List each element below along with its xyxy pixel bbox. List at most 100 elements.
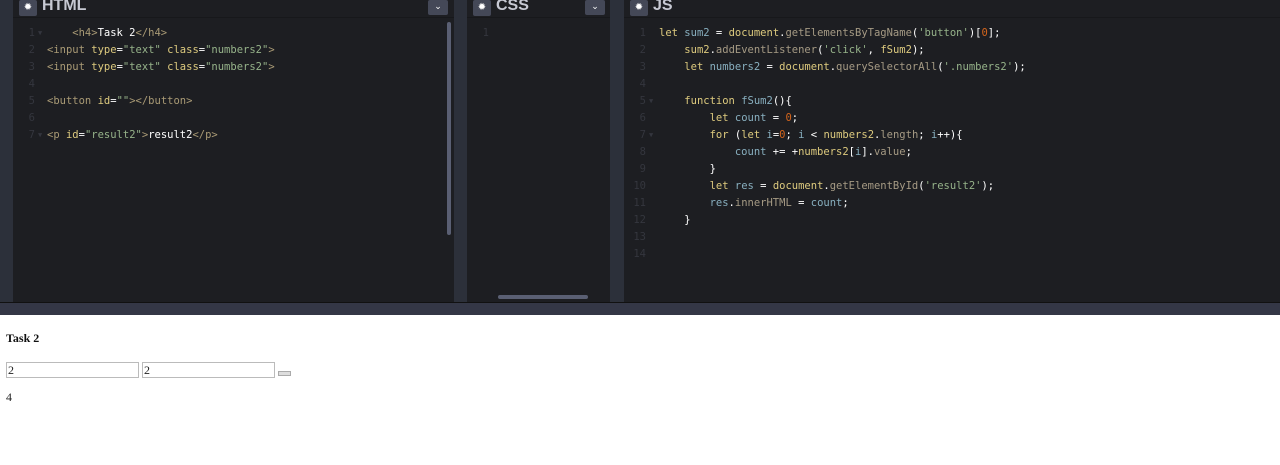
code-token: <input <box>47 61 92 73</box>
css-panel-header: ✹ CSS ⌄ <box>467 0 610 18</box>
code-area[interactable]: 1 ▼ <h4>Task 2</h4> 2 <input type="text" cl… <box>13 25 454 144</box>
gear-icon[interactable]: ✹ <box>630 0 648 16</box>
code-token: 'button' <box>918 27 969 39</box>
code-line: 7 ▼ <p id="result2">result2</p> <box>13 127 454 144</box>
code-token: id <box>65 129 79 141</box>
code-token: document <box>779 61 830 73</box>
fold-arrow-icon[interactable]: ▼ <box>38 127 42 144</box>
code-token: result2 <box>148 129 193 141</box>
code-token: "result2" <box>84 129 142 141</box>
code-token: ; <box>791 112 799 124</box>
code-token: </h4> <box>135 27 168 39</box>
line-number: 10 <box>633 180 646 192</box>
code-text: function fSum2(){ <box>659 93 792 110</box>
code-line: 4 <box>13 76 454 93</box>
line-number: 5 <box>28 95 35 107</box>
code-token: type <box>91 61 117 73</box>
code-token: count <box>734 146 767 158</box>
line-number: 1 <box>639 27 646 39</box>
code-token: ; <box>842 197 849 209</box>
panel-title: JS <box>653 0 673 14</box>
line-number: 7 <box>639 129 646 141</box>
gear-icon[interactable]: ✹ <box>19 0 37 16</box>
line-number: 12 <box>633 214 646 226</box>
code-token: <h4> <box>47 27 98 39</box>
code-token: function <box>684 95 742 107</box>
line-number: 14 <box>633 248 646 260</box>
code-token: length <box>880 129 919 141</box>
code-token: ); <box>911 44 925 56</box>
number-input-2[interactable] <box>142 362 275 378</box>
code-token: += + <box>766 146 799 158</box>
code-token: ; <box>905 146 912 158</box>
code-token: let <box>709 180 735 192</box>
code-token: = <box>753 180 773 192</box>
number-input-1[interactable] <box>6 362 139 378</box>
line-number: 13 <box>633 231 646 243</box>
code-token: "numbers2" <box>205 44 269 56</box>
code-token: } <box>659 214 691 226</box>
line-number: 3 <box>639 61 646 73</box>
css-editor-panel: ✹ CSS ⌄ 1 <box>467 0 610 302</box>
sum-button[interactable] <box>278 371 291 376</box>
code-token: fSum2 <box>741 95 773 107</box>
code-token: querySelectorAll <box>836 61 938 73</box>
code-token: getElementsByTagName <box>785 27 912 39</box>
fold-arrow-icon[interactable]: ▼ <box>649 127 653 144</box>
code-line: 7 ▼ for (let i=0; i < numbers2.length; i+… <box>624 127 1280 144</box>
line-number: 3 <box>28 61 35 73</box>
code-token: <button <box>47 95 98 107</box>
code-token: sum2 <box>684 44 710 56</box>
chevron-down-icon[interactable]: ⌄ <box>585 0 605 15</box>
code-area[interactable]: 1 let sum2 = document.getElementsByTagNam… <box>624 25 1280 263</box>
code-token: count <box>810 197 843 209</box>
code-token: = <box>760 61 780 73</box>
code-token: = <box>766 112 786 124</box>
code-token: , <box>867 44 881 56</box>
code-token: let <box>659 27 685 39</box>
code-token: 'result2' <box>924 180 982 192</box>
line-number: 4 <box>639 78 646 90</box>
code-line: 4 <box>624 76 1280 93</box>
code-line: 5 ▼ function fSum2(){ <box>624 93 1280 110</box>
code-token: )[ <box>968 27 982 39</box>
line-number: 2 <box>28 44 35 56</box>
code-area[interactable]: 1 <box>467 25 610 42</box>
code-token: sum2 <box>684 27 710 39</box>
code-text: <input type="text" class="numbers2"> <box>47 42 275 59</box>
code-token: Task 2 <box>97 27 136 39</box>
code-token: (){ <box>772 95 792 107</box>
code-text: <button id=""></button> <box>47 93 192 110</box>
code-token: "" <box>116 95 130 107</box>
html-editor-panel: ✹ HTML ⌄ 1 ▼ <h4>Task 2</h4> 2 <input type=… <box>13 0 454 302</box>
fold-arrow-icon[interactable]: ▼ <box>649 93 653 110</box>
code-token: < <box>804 129 824 141</box>
code-text: sum2.addEventListener('click', fSum2); <box>659 42 925 59</box>
code-token: ; <box>785 129 799 141</box>
line-number: 1 <box>482 27 489 39</box>
line-number: 11 <box>633 197 646 209</box>
code-token: innerHTML <box>734 197 792 209</box>
code-token: ); <box>1013 61 1026 73</box>
horizontal-scrollbar[interactable] <box>498 295 588 299</box>
gear-icon[interactable]: ✹ <box>473 0 491 16</box>
preview-resize-handle[interactable] <box>0 302 1280 315</box>
fold-arrow-icon[interactable]: ▼ <box>38 25 42 42</box>
code-text: <h4>Task 2</h4> <box>47 25 167 42</box>
panel-title: HTML <box>42 0 87 14</box>
vertical-scrollbar[interactable] <box>447 22 451 235</box>
code-token: </p> <box>192 129 218 141</box>
panel-title: CSS <box>496 0 529 14</box>
code-line: 2 <input type="text" class="numbers2"> <box>13 42 454 59</box>
chevron-down-icon[interactable]: ⌄ <box>428 0 448 15</box>
code-text: let numbers2 = document.querySelectorAll… <box>659 59 1026 76</box>
line-number: 2 <box>639 44 646 56</box>
code-token: "text" <box>122 61 168 73</box>
code-token: fSum2 <box>880 44 912 56</box>
